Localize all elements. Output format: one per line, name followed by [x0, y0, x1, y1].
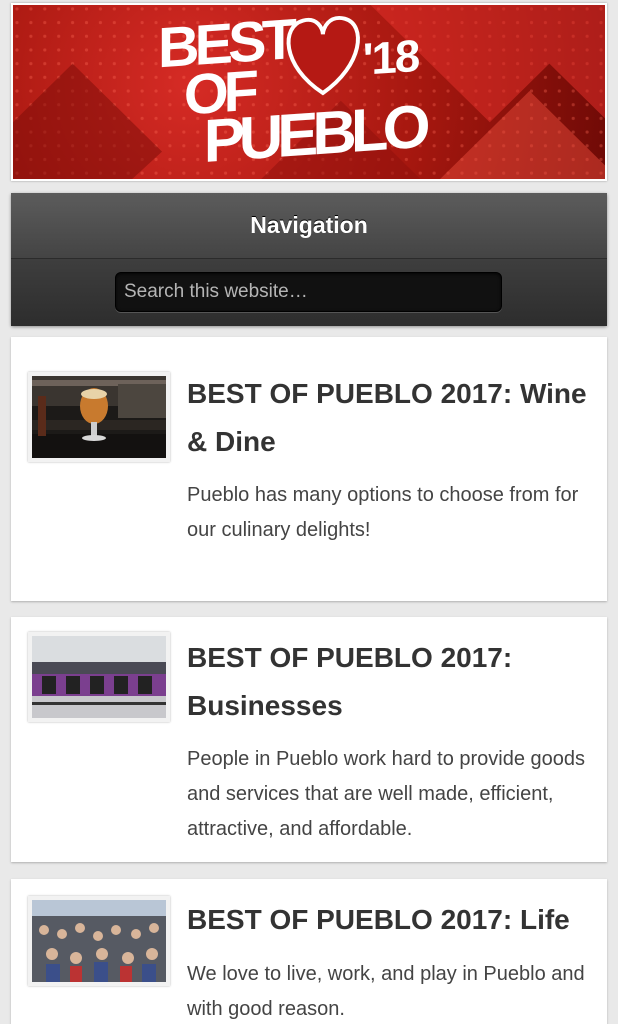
post-thumbnail-gym[interactable]	[28, 632, 170, 722]
banner-year: '18	[363, 30, 419, 84]
post-excerpt: Pueblo has many options to choose from f…	[187, 484, 579, 541]
best-of-pueblo-banner[interactable]: BEST OF PUEBLO '18	[11, 3, 607, 181]
post-card-businesses[interactable]: BEST OF PUEBLO 2017: Businesses People i…	[11, 617, 607, 862]
post-card-life[interactable]: BEST OF PUEBLO 2017: Life We love to liv…	[11, 879, 607, 1024]
post-excerpt: People in Pueblo work hard to provide go…	[187, 748, 586, 840]
navigation-header[interactable]: Navigation	[11, 193, 607, 259]
navigation-title: Navigation	[250, 212, 368, 238]
post-title[interactable]: BEST OF PUEBLO 2017: Wine & Dine	[187, 370, 595, 466]
post-thumbnail-beer-glass[interactable]	[28, 372, 170, 462]
search-bar	[11, 259, 607, 326]
navigation-panel: Navigation	[11, 193, 607, 326]
banner-logo: BEST OF PUEBLO '18	[13, 5, 605, 179]
post-title[interactable]: BEST OF PUEBLO 2017: Businesses	[187, 634, 595, 730]
search-input[interactable]	[115, 272, 502, 312]
post-title[interactable]: BEST OF PUEBLO 2017: Life	[187, 896, 595, 944]
post-excerpt: We love to live, work, and play in Puebl…	[187, 963, 585, 1020]
post-thumbnail-crowd[interactable]	[28, 896, 170, 986]
post-card-wine-dine[interactable]: BEST OF PUEBLO 2017: Wine & Dine Pueblo …	[11, 337, 607, 601]
